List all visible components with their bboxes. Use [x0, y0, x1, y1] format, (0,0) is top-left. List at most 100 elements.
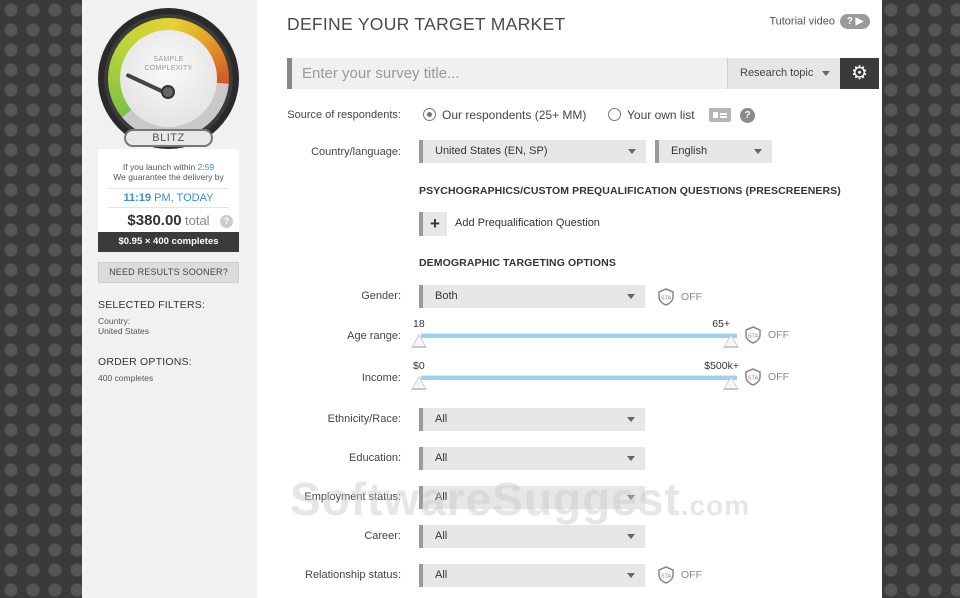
research-topic-label: Research topic: [740, 67, 814, 79]
gender-value: Both: [435, 290, 458, 302]
complexity-gauge-card: SAMPLE COMPLEXITY BLITZ If you launch wi…: [98, 8, 239, 252]
relationship-value: All: [435, 569, 448, 581]
stats-shield-icon[interactable]: STA: [744, 326, 762, 344]
stats-shield-icon[interactable]: STA: [744, 368, 762, 386]
country-select[interactable]: United States (EN, SP): [419, 140, 646, 163]
ethnicity-label: Ethnicity/Race:: [327, 413, 401, 425]
radio-own-list[interactable]: [608, 108, 621, 121]
add-prequalification-label: Add Prequalification Question: [455, 217, 600, 229]
chevron-down-icon: [822, 71, 830, 76]
video-help-mark: ?: [846, 16, 853, 27]
main-panel: DEFINE YOUR TARGET MARKET Tutorial video…: [257, 0, 882, 598]
age-range-label: Age range:: [347, 330, 401, 342]
ethnicity-select[interactable]: All: [419, 408, 645, 431]
age-max-handle[interactable]: [723, 334, 739, 348]
age-range-slider[interactable]: 18 65+: [411, 318, 739, 352]
chevron-down-icon: [628, 149, 636, 154]
price-row: $380.00 total ?: [98, 212, 239, 232]
delivery-day: PM, TODAY: [154, 192, 214, 204]
career-label: Career:: [364, 530, 401, 542]
relationship-off-toggle[interactable]: OFF: [681, 569, 702, 581]
guarantee-text: We guarantee the delivery by: [113, 172, 224, 182]
page-title: DEFINE YOUR TARGET MARKET: [287, 14, 566, 34]
source-help-icon[interactable]: ?: [740, 108, 755, 123]
education-select[interactable]: All: [419, 447, 645, 470]
order-options-value: 400 completes: [98, 373, 154, 383]
country-language-label: Country/language:: [311, 146, 401, 158]
career-select[interactable]: All: [419, 525, 645, 548]
gauge-label: SAMPLE COMPLEXITY: [98, 55, 239, 73]
price-total: $380.00: [127, 212, 182, 229]
app-window: SAMPLE COMPLEXITY BLITZ If you launch wi…: [82, 0, 882, 598]
gender-select[interactable]: Both: [419, 285, 645, 308]
plus-icon: +: [419, 212, 447, 236]
launch-text: If you launch within 2:59: [98, 162, 239, 172]
speed-badge: BLITZ: [124, 129, 213, 147]
income-label: Income:: [361, 372, 401, 384]
gauge-label-line2: COMPLEXITY: [144, 65, 193, 72]
launch-countdown: 2:59: [197, 162, 215, 172]
gauge-label-line1: SAMPLE: [153, 56, 184, 63]
delivery-clock: 11:19: [123, 192, 152, 204]
country-value: United States (EN, SP): [435, 145, 548, 157]
education-label: Education:: [349, 452, 401, 464]
complexity-gauge: SAMPLE COMPLEXITY: [98, 8, 239, 149]
income-max-label: $500k+: [704, 360, 739, 372]
age-off-toggle[interactable]: OFF: [768, 329, 789, 341]
stats-shield-icon[interactable]: STA: [657, 288, 675, 306]
chevron-down-icon: [627, 495, 635, 500]
age-slider-track: [421, 333, 737, 338]
svg-text:STA: STA: [748, 376, 759, 382]
svg-text:STA: STA: [748, 334, 759, 340]
need-results-sooner-button[interactable]: NEED RESULTS SOONER?: [98, 262, 239, 283]
price-help-icon[interactable]: ?: [220, 215, 233, 228]
tutorial-label: Tutorial video: [769, 15, 835, 28]
chevron-down-icon: [627, 534, 635, 539]
language-value: English: [671, 145, 708, 157]
chevron-down-icon: [627, 417, 635, 422]
filter-country-value: United States: [98, 326, 150, 336]
survey-title-input[interactable]: [287, 58, 727, 89]
age-max-label: 65+: [712, 318, 730, 330]
chevron-down-icon: [754, 149, 762, 154]
our-respondents-label: Our respondents (25+ MM): [442, 108, 587, 122]
source-label: Source of respondents:: [287, 109, 401, 121]
tutorial-video-link[interactable]: Tutorial video ? ▶: [769, 14, 870, 29]
delivery-info: If you launch within 2:59 We guarantee t…: [98, 149, 239, 252]
demographic-heading: DEMOGRAPHIC TARGETING OPTIONS: [419, 257, 616, 269]
gender-label: Gender:: [361, 290, 401, 302]
svg-text:STA: STA: [661, 296, 672, 302]
stats-shield-icon[interactable]: STA: [657, 566, 675, 584]
launch-prefix: If you launch within: [122, 162, 196, 172]
radio-our-respondents[interactable]: [423, 108, 436, 121]
order-options-heading: ORDER OPTIONS:: [98, 356, 192, 368]
chevron-down-icon: [627, 573, 635, 578]
income-min-label: $0: [413, 360, 425, 372]
income-slider-track: [421, 375, 737, 380]
employment-value: All: [435, 491, 448, 503]
age-min-handle[interactable]: [411, 334, 427, 348]
language-select[interactable]: English: [655, 140, 772, 163]
income-max-handle[interactable]: [723, 376, 739, 390]
gauge-hub: [161, 85, 175, 99]
price-total-label: total: [185, 213, 210, 228]
settings-gear-icon[interactable]: ⚙: [840, 58, 879, 89]
education-value: All: [435, 452, 448, 464]
income-off-toggle[interactable]: OFF: [768, 371, 789, 383]
employment-label: Employment status:: [304, 491, 401, 503]
chevron-down-icon: [627, 456, 635, 461]
chevron-down-icon: [627, 294, 635, 299]
own-list-label: Your own list: [627, 108, 695, 122]
relationship-select[interactable]: All: [419, 564, 645, 587]
employment-select[interactable]: All: [419, 486, 645, 509]
income-slider[interactable]: $0 $500k+: [411, 360, 739, 394]
gender-off-toggle[interactable]: OFF: [681, 291, 702, 303]
video-help-icon: ? ▶: [840, 14, 870, 29]
relationship-label: Relationship status:: [305, 569, 401, 581]
research-topic-dropdown[interactable]: Research topic: [727, 58, 840, 89]
delivery-time: 11:19 PM, TODAY: [108, 188, 229, 208]
income-min-handle[interactable]: [411, 376, 427, 390]
svg-text:STA: STA: [661, 574, 672, 580]
contact-list-icon[interactable]: [709, 108, 731, 122]
ethnicity-value: All: [435, 413, 448, 425]
